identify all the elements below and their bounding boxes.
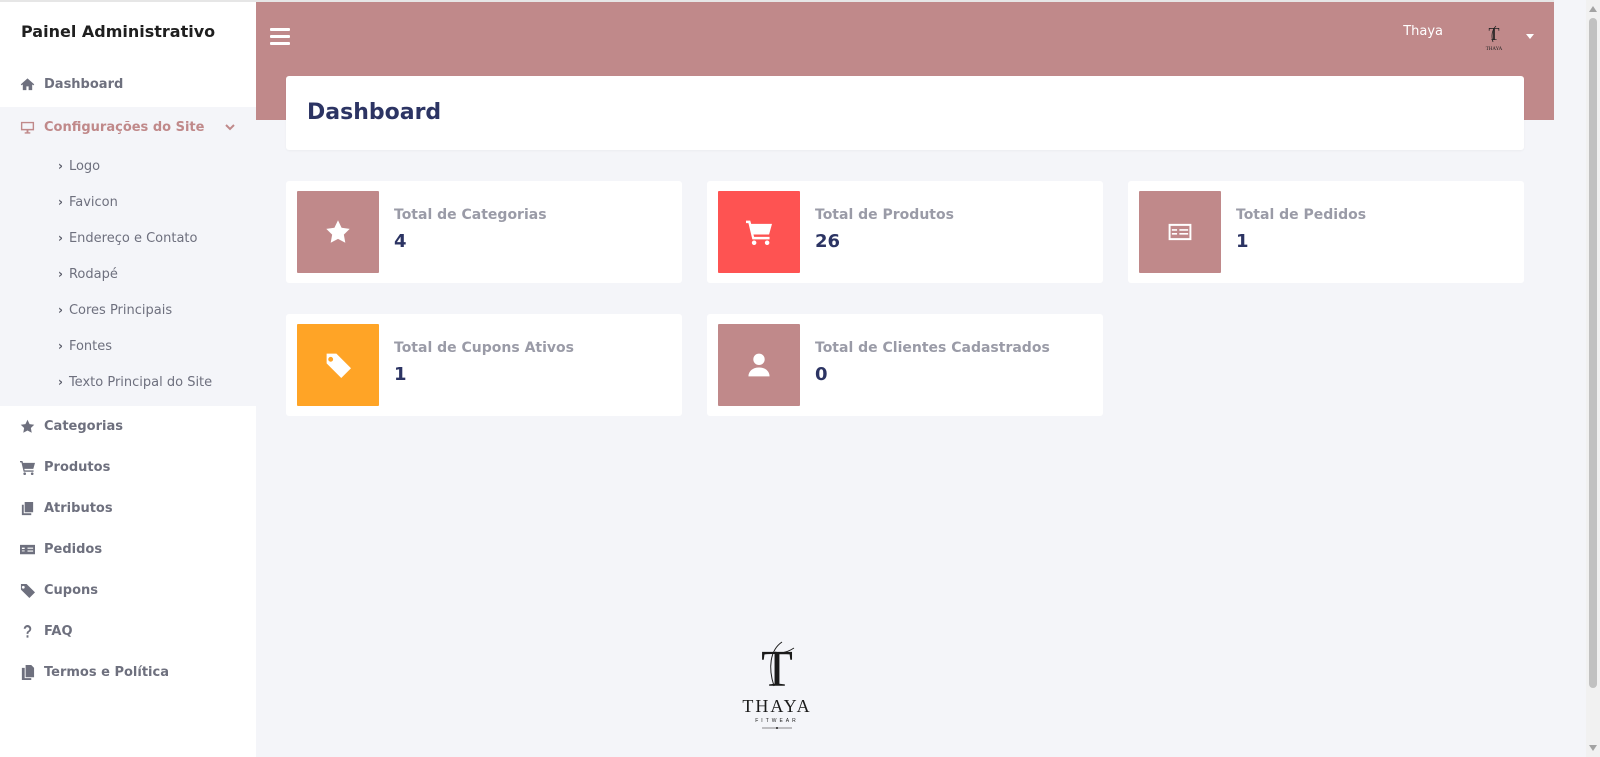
avatar-brand-text: THAYA xyxy=(1486,47,1503,52)
chevron-right-icon: › xyxy=(58,339,63,353)
stat-value: 1 xyxy=(1236,231,1249,252)
chevron-right-icon: › xyxy=(58,375,63,389)
stat-label: Total de Categorias xyxy=(394,207,547,223)
avatar[interactable]: T THAYA xyxy=(1476,20,1512,54)
page-header: Dashboard xyxy=(286,76,1524,150)
sidebar-item-cupons[interactable]: Cupons xyxy=(0,570,256,611)
sidebar-subitem-fonts[interactable]: › Fontes xyxy=(0,328,256,364)
stat-card-clientes: Total de Clientes Cadastrados 0 xyxy=(707,314,1103,416)
sidebar-item-termos[interactable]: Termos e Política xyxy=(0,652,256,693)
cart-icon xyxy=(746,220,772,245)
sidebar-subitem-label: Fontes xyxy=(68,338,113,354)
stat-value: 1 xyxy=(394,364,407,385)
sidebar-subitem-label: Endereço e Contato xyxy=(68,230,198,246)
sidebar-item-pedidos[interactable]: Pedidos xyxy=(0,529,256,570)
stat-card-produtos: Total de Produtos 26 xyxy=(707,181,1103,283)
home-icon xyxy=(19,77,35,93)
stat-tile xyxy=(718,191,800,273)
sidebar-item-label: Cupons xyxy=(44,583,99,598)
sidebar-subitem-label: Logo xyxy=(68,158,101,174)
question-icon xyxy=(19,624,35,640)
sidebar-item-faq[interactable]: FAQ xyxy=(0,611,256,652)
vertical-scrollbar[interactable] xyxy=(1586,0,1600,757)
star-icon xyxy=(326,220,350,243)
stat-card-categorias: Total de Categorias 4 xyxy=(286,181,682,283)
chevron-right-icon: › xyxy=(58,159,63,173)
user-name[interactable]: Thaya xyxy=(1403,24,1443,39)
footer-logo: T THAYA FITWEAR xyxy=(730,636,824,732)
stat-label: Total de Cupons Ativos xyxy=(394,340,574,356)
sidebar-item-label: Categorias xyxy=(44,419,123,434)
stat-value: 4 xyxy=(394,231,407,252)
sidebar-subitem-address[interactable]: › Endereço e Contato xyxy=(0,220,256,256)
footer-logo-tagline: FITWEAR xyxy=(755,718,799,724)
sidebar-item-label: Produtos xyxy=(44,460,111,475)
page-title: Dashboard xyxy=(307,100,442,125)
sidebar-item-label: Pedidos xyxy=(44,542,103,557)
chevron-down-icon[interactable] xyxy=(224,121,236,133)
chevron-right-icon: › xyxy=(58,231,63,245)
scroll-down-icon[interactable] xyxy=(1589,745,1597,751)
footer-logo-name: THAYA xyxy=(742,696,811,716)
sidebar-subitem-footer[interactable]: › Rodapé xyxy=(0,256,256,292)
sidebar-subitem-logo[interactable]: › Logo xyxy=(0,148,256,184)
sidebar-subitem-label: Rodapé xyxy=(68,266,118,282)
sidebar-subitem-favicon[interactable]: › Favicon xyxy=(0,184,256,220)
sidebar-subitem-main-text[interactable]: › Texto Principal do Site xyxy=(0,364,256,400)
scroll-thumb[interactable] xyxy=(1589,18,1597,688)
monitor-icon xyxy=(19,120,35,136)
copy-icon xyxy=(19,501,35,517)
sidebar-item-atributos[interactable]: Atributos xyxy=(0,488,256,529)
stat-label: Total de Produtos xyxy=(815,207,954,223)
svg-text:T: T xyxy=(761,641,793,698)
sidebar-item-categorias[interactable]: Categorias xyxy=(0,406,256,447)
sidebar-item-site-settings[interactable]: Configurações do Site xyxy=(0,107,256,148)
star-icon xyxy=(19,419,35,435)
cart-icon xyxy=(19,460,35,476)
user-icon xyxy=(748,353,770,377)
stat-tile xyxy=(297,324,379,406)
sidebar-item-label: FAQ xyxy=(44,624,73,639)
sidebar-item-produtos[interactable]: Produtos xyxy=(0,447,256,488)
sidebar-item-label: Configurações do Site xyxy=(44,120,205,135)
sidebar-subitem-colors[interactable]: › Cores Principais xyxy=(0,292,256,328)
tag-icon xyxy=(19,583,35,599)
sidebar-subitem-label: Favicon xyxy=(68,194,118,210)
sidebar-item-label: Atributos xyxy=(44,501,113,516)
money-check-icon xyxy=(1168,223,1192,241)
brand-title: Painel Administrativo xyxy=(21,22,216,41)
chevron-right-icon: › xyxy=(58,267,63,281)
tag-icon xyxy=(325,353,351,378)
money-check-icon xyxy=(19,542,35,558)
sidebar: Painel Administrativo Dashboard Configur… xyxy=(0,0,256,757)
chevron-right-icon: › xyxy=(58,303,63,317)
stat-value: 0 xyxy=(815,364,828,385)
stat-label: Total de Pedidos xyxy=(1236,207,1367,223)
svg-text:T: T xyxy=(1489,24,1500,44)
files-icon xyxy=(19,665,35,681)
stat-tile xyxy=(718,324,800,406)
menu-toggle-icon[interactable] xyxy=(270,28,290,46)
sidebar-item-label: Termos e Política xyxy=(44,665,169,680)
scroll-up-icon[interactable] xyxy=(1589,6,1597,12)
chevron-right-icon: › xyxy=(58,195,63,209)
stat-tile xyxy=(297,191,379,273)
stat-card-cupons: Total de Cupons Ativos 1 xyxy=(286,314,682,416)
sidebar-item-label: Dashboard xyxy=(44,77,124,92)
sidebar-subitem-label: Cores Principais xyxy=(68,302,173,318)
stat-value: 26 xyxy=(815,231,841,252)
sidebar-item-dashboard[interactable]: Dashboard xyxy=(0,62,256,107)
sidebar-group-site-settings: Configurações do Site › Logo › Favicon › En… xyxy=(0,107,256,406)
sidebar-subitem-label: Texto Principal do Site xyxy=(68,374,213,390)
caret-down-icon[interactable] xyxy=(1526,34,1534,39)
stat-tile xyxy=(1139,191,1221,273)
stat-card-pedidos: Total de Pedidos 1 xyxy=(1128,181,1524,283)
stat-label: Total de Clientes Cadastrados xyxy=(815,340,1050,356)
